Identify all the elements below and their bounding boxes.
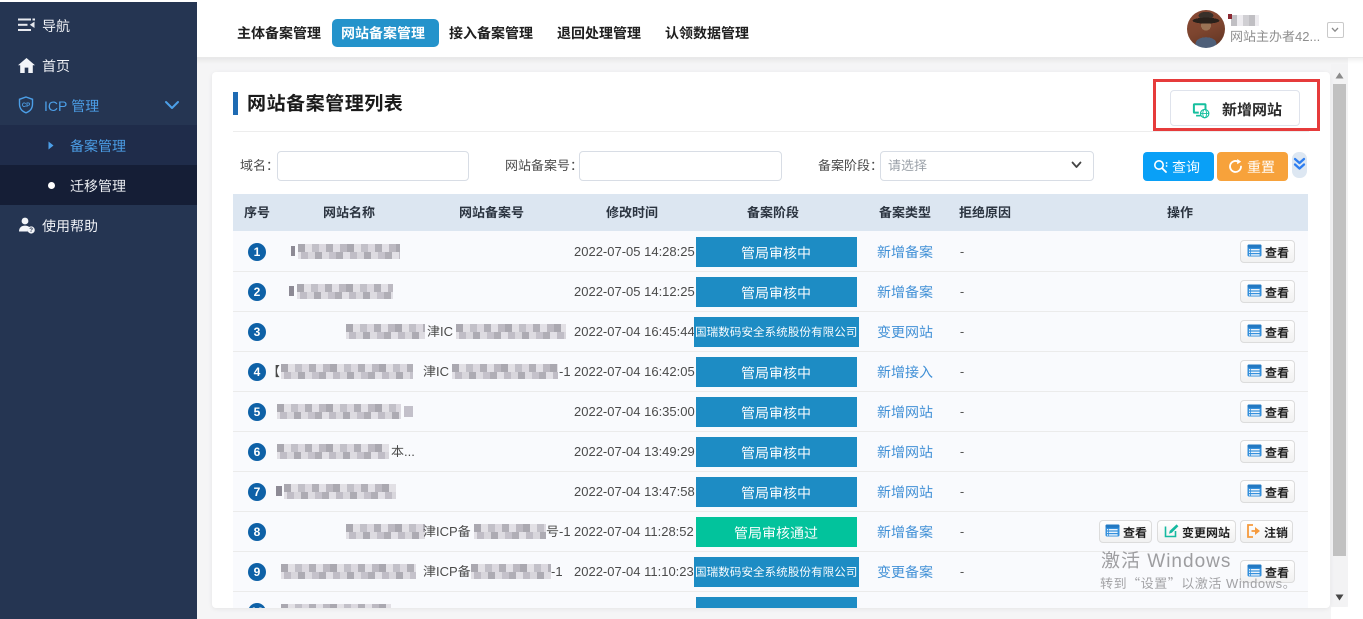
- svg-text:-1: -1: [559, 364, 571, 379]
- svg-text:Windows: Windows: [1222, 576, 1283, 591]
- svg-text:CP: CP: [22, 103, 30, 109]
- svg-text:IC: IC: [436, 364, 449, 379]
- svg-text:Windows: Windows: [1141, 551, 1231, 572]
- svg-text:IC: IC: [440, 324, 453, 339]
- svg-text:-1: -1: [551, 564, 563, 579]
- svg-text:?: ?: [29, 227, 33, 234]
- svg-text:ICP: ICP: [44, 98, 71, 114]
- svg-text:-1: -1: [559, 524, 571, 539]
- svg-text:...: ...: [404, 444, 415, 459]
- svg-text:ICP: ICP: [436, 564, 458, 579]
- svg-text:ICP: ICP: [436, 524, 458, 539]
- svg-text:42...: 42...: [1295, 29, 1320, 44]
